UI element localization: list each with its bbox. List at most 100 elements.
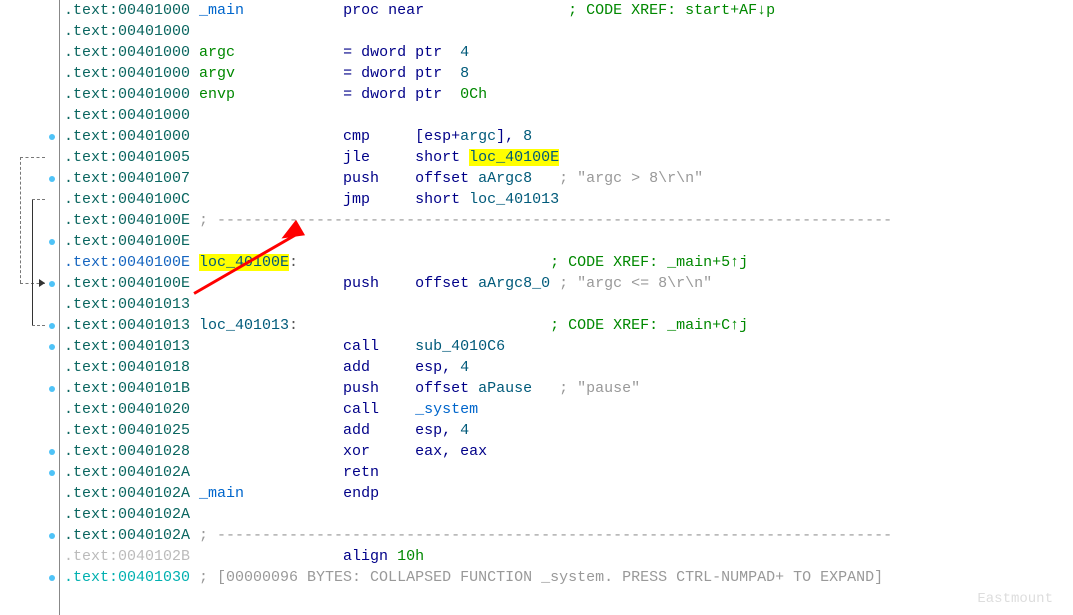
asm-token — [370, 443, 415, 460]
asm-token: short — [415, 191, 469, 208]
asm-token: loc_401013 — [469, 191, 559, 208]
asm-token: ], — [496, 128, 523, 145]
asm-line[interactable]: .text:00401020 call _system — [64, 399, 892, 420]
asm-token: push — [343, 380, 379, 397]
asm-token: .text:0040100E — [64, 212, 199, 229]
asm-line[interactable]: .text:00401000 _main proc near ; CODE XR… — [64, 0, 892, 21]
asm-line[interactable]: .text:00401000 argc = dword ptr 4 — [64, 42, 892, 63]
asm-token: _main — [199, 2, 244, 19]
asm-token: .text:00401020 — [64, 401, 343, 418]
asm-token: = — [343, 86, 361, 103]
asm-token: push — [343, 275, 379, 292]
asm-token: ; "argc <= 8\r\n" — [559, 275, 712, 292]
asm-token — [244, 485, 343, 502]
asm-token: call — [343, 401, 379, 418]
asm-line[interactable]: .text:00401005 jle short loc_40100E — [64, 147, 892, 168]
asm-token — [235, 44, 343, 61]
asm-line[interactable]: .text:0040100E loc_40100E: ; CODE XREF: … — [64, 252, 892, 273]
breakpoint-dot[interactable] — [49, 575, 55, 581]
asm-token: ; --------------------------------------… — [199, 527, 892, 544]
asm-line[interactable]: .text:00401028 xor eax, eax — [64, 441, 892, 462]
breakpoint-dot[interactable] — [49, 323, 55, 329]
asm-token: .text:00401013 — [64, 296, 190, 313]
breakpoint-dot[interactable] — [49, 281, 55, 287]
asm-token: .text:0040100E — [64, 233, 190, 250]
asm-token: aArgc8 — [478, 170, 532, 187]
asm-token: add — [343, 422, 370, 439]
asm-token — [379, 275, 415, 292]
asm-line[interactable]: .text:00401000 cmp [esp+argc], 8 — [64, 126, 892, 147]
asm-line[interactable]: .text:0040102A _main endp — [64, 483, 892, 504]
asm-line[interactable]: .text:0040100E ; -----------------------… — [64, 210, 892, 231]
asm-token: envp — [199, 86, 235, 103]
asm-line[interactable]: .text:00401000 envp = dword ptr 0Ch — [64, 84, 892, 105]
asm-token: ; CODE XREF: _main+5↑j — [550, 254, 748, 271]
asm-token — [379, 401, 415, 418]
asm-token: _system — [415, 401, 478, 418]
asm-token: ; "argc > 8\r\n" — [559, 170, 703, 187]
asm-token: loc_40100E — [469, 149, 559, 166]
asm-token — [442, 44, 460, 61]
asm-token — [442, 65, 460, 82]
asm-token: _main — [199, 485, 244, 502]
asm-token: cmp — [343, 128, 370, 145]
asm-token: esp, — [415, 359, 460, 376]
asm-token: + — [451, 128, 460, 145]
asm-token — [298, 317, 550, 334]
asm-line[interactable]: .text:00401018 add esp, 4 — [64, 357, 892, 378]
asm-line[interactable]: .text:00401013 call sub_4010C6 — [64, 336, 892, 357]
asm-line[interactable]: .text:00401007 push offset aArgc8 ; "arg… — [64, 168, 892, 189]
asm-line[interactable]: .text:00401013 loc_401013: ; CODE XREF: … — [64, 315, 892, 336]
asm-token: loc_401013 — [199, 317, 289, 334]
asm-token: dword ptr — [361, 44, 442, 61]
asm-token: jmp — [343, 191, 370, 208]
asm-token — [370, 128, 415, 145]
breakpoint-dot[interactable] — [49, 449, 55, 455]
asm-line[interactable]: .text:0040102B align 10h — [64, 546, 892, 567]
breakpoint-dot[interactable] — [49, 533, 55, 539]
asm-line[interactable]: .text:00401013 — [64, 294, 892, 315]
asm-token: dword ptr — [361, 86, 442, 103]
breakpoint-dot[interactable] — [49, 344, 55, 350]
asm-token — [379, 170, 415, 187]
asm-line[interactable]: .text:0040102A ; -----------------------… — [64, 525, 892, 546]
asm-token: ; --------------------------------------… — [199, 212, 892, 229]
asm-line[interactable]: .text:0040100C jmp short loc_401013 — [64, 189, 892, 210]
breakpoint-dot[interactable] — [49, 134, 55, 140]
flow-line — [20, 157, 45, 158]
asm-line[interactable]: .text:00401000 argv = dword ptr 8 — [64, 63, 892, 84]
asm-token: offset — [415, 170, 478, 187]
asm-token: 4 — [460, 44, 469, 61]
disassembly-listing[interactable]: .text:00401000 _main proc near ; CODE XR… — [64, 0, 892, 588]
asm-token: .text:00401000 — [64, 2, 199, 19]
asm-token: aPause — [478, 380, 532, 397]
asm-token: dword ptr — [361, 65, 442, 82]
flow-line — [32, 199, 33, 325]
asm-line[interactable]: .text:00401030 ; [00000096 BYTES: COLLAP… — [64, 567, 892, 588]
asm-token: xor — [343, 443, 370, 460]
breakpoint-dot[interactable] — [49, 386, 55, 392]
asm-line[interactable]: .text:0040102A — [64, 504, 892, 525]
breakpoint-dot[interactable] — [49, 470, 55, 476]
asm-line[interactable]: .text:0040100E push offset aArgc8_0 ; "a… — [64, 273, 892, 294]
asm-token: .text:00401013 — [64, 317, 199, 334]
asm-token: endp — [343, 485, 379, 502]
asm-line[interactable]: .text:0040100E — [64, 231, 892, 252]
asm-token: .text:0040102B — [64, 548, 343, 565]
breakpoint-dot[interactable] — [49, 239, 55, 245]
asm-token: : — [289, 317, 298, 334]
breakpoint-dot[interactable] — [49, 176, 55, 182]
asm-token: .text:00401025 — [64, 422, 343, 439]
asm-token: .text:0040102A — [64, 506, 190, 523]
asm-token: .text:00401000 — [64, 107, 190, 124]
asm-line[interactable]: .text:00401025 add esp, 4 — [64, 420, 892, 441]
asm-line[interactable]: .text:00401000 — [64, 21, 892, 42]
asm-token: ; CODE XREF: _main+C↑j — [550, 317, 748, 334]
asm-token: call — [343, 338, 379, 355]
asm-line[interactable]: .text:0040102A retn — [64, 462, 892, 483]
asm-line[interactable]: .text:00401000 — [64, 105, 892, 126]
asm-line[interactable]: .text:0040101B push offset aPause ; "pau… — [64, 378, 892, 399]
asm-token — [298, 254, 550, 271]
asm-token: jle — [343, 149, 370, 166]
asm-token: .text:00401000 — [64, 86, 199, 103]
